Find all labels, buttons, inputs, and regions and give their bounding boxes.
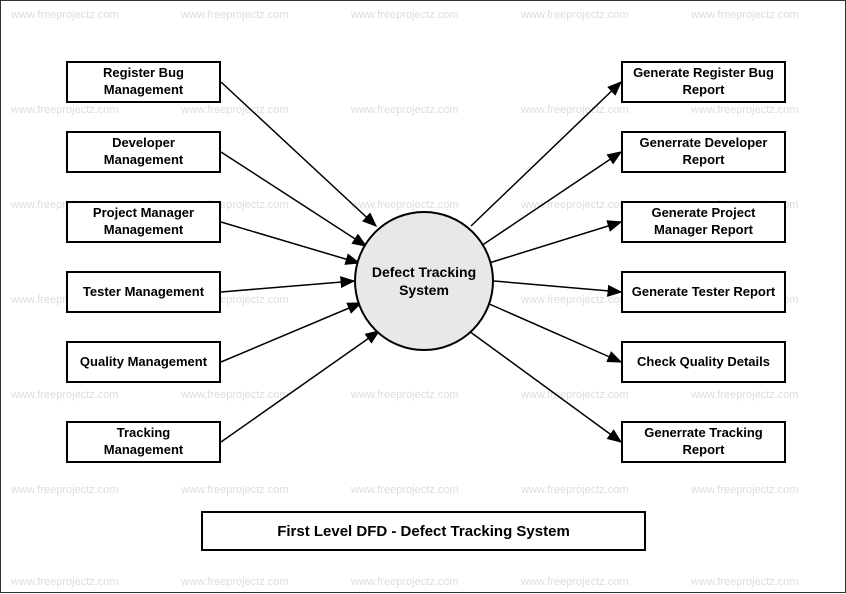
watermark: www.freeprojectz.com bbox=[11, 576, 119, 588]
entity-register-bug-report: Generate Register Bug Report bbox=[621, 61, 786, 103]
watermark: www.freeprojectz.com bbox=[181, 484, 289, 496]
diagram-container: www.freeprojectz.com www.freeprojectz.co… bbox=[0, 0, 846, 593]
watermark: www.freeprojectz.com bbox=[691, 389, 799, 401]
entity-project-manager-mgmt: Project Manager Management bbox=[66, 201, 221, 243]
watermark: www.freeprojectz.com bbox=[11, 104, 119, 116]
watermark: www.freeprojectz.com bbox=[351, 104, 459, 116]
watermark: www.freeprojectz.com bbox=[351, 9, 459, 21]
entity-tester-mgmt: Tester Management bbox=[66, 271, 221, 313]
watermark: www.freeprojectz.com bbox=[351, 576, 459, 588]
watermark: www.freeprojectz.com bbox=[521, 389, 629, 401]
watermark: www.freeprojectz.com bbox=[521, 199, 629, 211]
process-defect-tracking-system: Defect Tracking System bbox=[354, 211, 494, 351]
watermark: www.freeprojectz.com bbox=[521, 104, 629, 116]
entity-developer-report: Generrate Developer Report bbox=[621, 131, 786, 173]
watermark: www.freeprojectz.com bbox=[351, 199, 459, 211]
watermark: www.freeprojectz.com bbox=[691, 104, 799, 116]
watermark: www.freeprojectz.com bbox=[521, 484, 629, 496]
watermark: www.freeprojectz.com bbox=[11, 389, 119, 401]
watermark: www.freeprojectz.com bbox=[691, 9, 799, 21]
entity-quality-mgmt: Quality Management bbox=[66, 341, 221, 383]
watermark: www.freeprojectz.com bbox=[521, 576, 629, 588]
watermark: www.freeprojectz.com bbox=[351, 389, 459, 401]
entity-developer-mgmt: Developer Management bbox=[66, 131, 221, 173]
diagram-title: First Level DFD - Defect Tracking System bbox=[201, 511, 646, 551]
watermark: www.freeprojectz.com bbox=[351, 484, 459, 496]
watermark: www.freeprojectz.com bbox=[11, 9, 119, 21]
watermark: www.freeprojectz.com bbox=[181, 389, 289, 401]
watermark: www.freeprojectz.com bbox=[181, 9, 289, 21]
entity-tracking-mgmt: Tracking Management bbox=[66, 421, 221, 463]
watermark: www.freeprojectz.com bbox=[181, 104, 289, 116]
entity-project-manager-report: Generate Project Manager Report bbox=[621, 201, 786, 243]
entity-quality-details: Check Quality Details bbox=[621, 341, 786, 383]
watermark: www.freeprojectz.com bbox=[181, 576, 289, 588]
entity-tracking-report: Generrate Tracking Report bbox=[621, 421, 786, 463]
watermark: www.freeprojectz.com bbox=[691, 484, 799, 496]
entity-register-bug-mgmt: Register Bug Management bbox=[66, 61, 221, 103]
watermark: www.freeprojectz.com bbox=[521, 294, 629, 306]
entity-tester-report: Generate Tester Report bbox=[621, 271, 786, 313]
watermark: www.freeprojectz.com bbox=[691, 576, 799, 588]
watermark: www.freeprojectz.com bbox=[521, 9, 629, 21]
watermark: www.freeprojectz.com bbox=[11, 484, 119, 496]
